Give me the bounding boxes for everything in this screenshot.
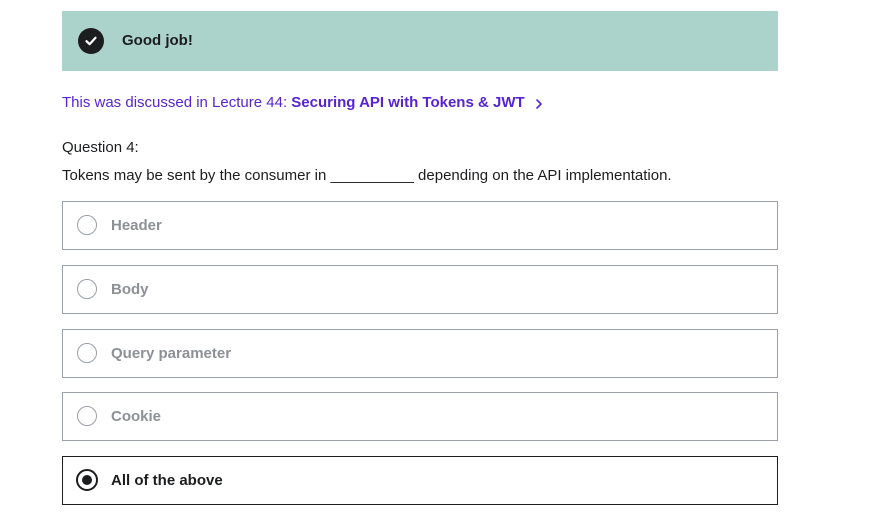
radio-button[interactable] [77,215,97,235]
check-circle-icon [78,28,104,54]
lecture-link[interactable]: Securing API with Tokens & JWT [291,94,543,111]
result-message: Good job! [122,32,193,49]
radio-button[interactable] [77,279,97,299]
answer-option-label: Header [111,217,162,234]
answer-option-label: Body [111,281,149,298]
lecture-reference: This was discussed in Lecture 44: Securi… [62,94,544,111]
answer-option-body[interactable]: Body [62,265,778,314]
answer-option-all-of-the-above[interactable]: All of the above [62,456,778,505]
radio-button[interactable] [77,406,97,426]
radio-button-selected[interactable] [76,469,98,491]
answer-option-query-parameter[interactable]: Query parameter [62,329,778,378]
radio-selected-dot [82,475,92,485]
answer-option-cookie[interactable]: Cookie [62,392,778,441]
answer-option-header[interactable]: Header [62,201,778,250]
radio-button[interactable] [77,343,97,363]
result-banner: Good job! [62,11,778,71]
answer-option-label: Query parameter [111,345,232,362]
lecture-reference-prefix: This was discussed in Lecture 44: [62,94,292,111]
question-prompt: Tokens may be sent by the consumer in __… [62,167,672,184]
answer-option-label: Cookie [111,408,162,425]
chevron-right-icon [534,97,544,109]
answer-option-label: All of the above [111,472,223,489]
question-number: Question 4: [62,139,139,156]
lecture-link-title: Securing API with Tokens & JWT [291,94,525,111]
